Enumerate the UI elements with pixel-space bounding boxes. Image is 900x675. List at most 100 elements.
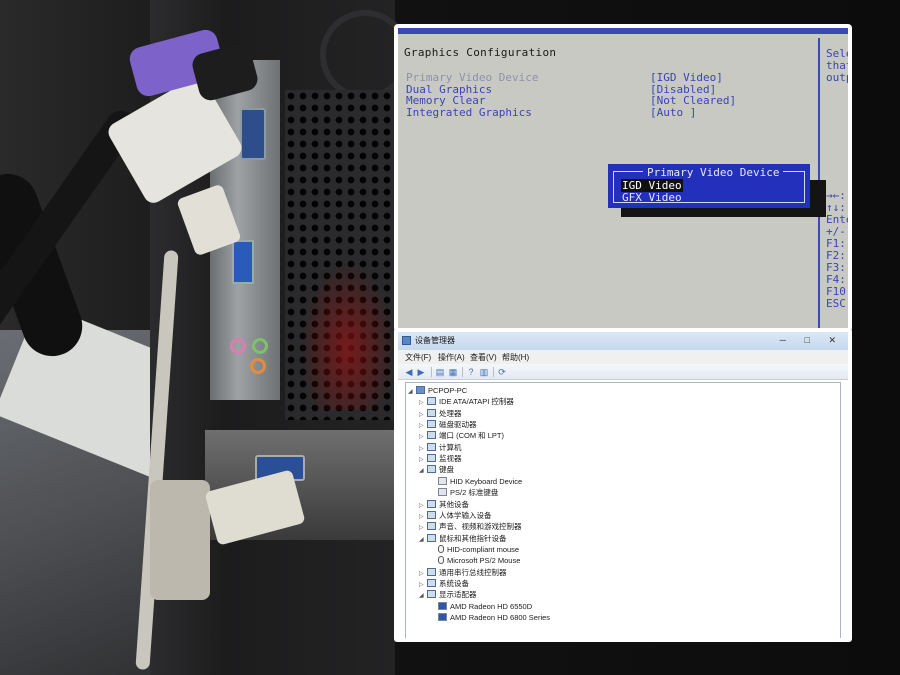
device-tree-label: 显示适配器 — [439, 590, 477, 600]
processor-icon — [427, 408, 436, 417]
scan-hardware-icon[interactable]: ⟳ — [497, 367, 507, 377]
device-tree-label: 端口 (COM 和 LPT) — [439, 431, 504, 441]
mouse-icon — [427, 533, 436, 542]
device-tree-label: HID Keyboard Device — [450, 476, 523, 486]
menu-action[interactable]: 操作(A) — [438, 352, 465, 363]
mouse-device-icon — [438, 544, 444, 553]
device-tree-leaf[interactable]: Microsoft PS/2 Mouse — [430, 555, 520, 566]
device-tree-label: 声音、视频和游戏控制器 — [439, 522, 522, 532]
toolbar: ◀ ▶ ▤ ▦ ? ▥ ⟳ — [398, 364, 848, 380]
device-tree-category[interactable]: ▷ 磁盘驱动器 — [419, 419, 477, 430]
device-tree-category[interactable]: ▷ IDE ATA/ATAPI 控制器 — [419, 396, 514, 407]
bios-top-strip — [398, 28, 848, 34]
title-bar[interactable]: 设备管理器 ─ □ ✕ — [398, 332, 848, 350]
device-tree-label: PCPOP-PC — [428, 386, 468, 395]
device-tree-leaf[interactable]: PS/2 标准键盘 — [430, 487, 498, 498]
hid-icon — [427, 510, 436, 519]
mouse-device-icon — [438, 556, 444, 565]
device-tree-label: HID-compliant mouse — [447, 544, 520, 554]
device-tree-category[interactable]: ▷ 通用串行总线控制器 — [419, 567, 507, 578]
device-tree-category[interactable]: ◢ 键盘 — [419, 464, 454, 475]
device-manager-window: 设备管理器 ─ □ ✕ 文件(F) 操作(A) 查看(V) 帮助(H) ◀ ▶ … — [394, 328, 852, 642]
device-tree-label: 计算机 — [439, 442, 462, 452]
audio-jack-green — [252, 338, 268, 354]
usb-icon — [427, 567, 436, 576]
device-tree-label: 人体学输入设备 — [439, 510, 492, 520]
gpu-device-icon — [438, 601, 447, 610]
bios-help-line: ESC: — [826, 297, 852, 310]
device-tree-leaf[interactable]: HID-compliant mouse — [430, 544, 519, 555]
device-tree-leaf[interactable]: HID Keyboard Device — [430, 476, 522, 487]
disk-drive-icon — [427, 420, 436, 429]
ide-controller-icon — [427, 397, 436, 406]
computer-icon — [427, 442, 436, 451]
bios-help-line: outp — [826, 71, 852, 84]
expanded-arrow-icon[interactable]: ◢ — [419, 535, 427, 546]
ferrite-core — [150, 480, 210, 600]
window-controls[interactable]: ─ □ ✕ — [780, 335, 844, 346]
device-manager-app-icon — [402, 336, 411, 345]
expanded-arrow-icon[interactable]: ◢ — [419, 466, 427, 477]
menu-help[interactable]: 帮助(H) — [502, 352, 529, 363]
device-tree-category[interactable]: ▷ 端口 (COM 和 LPT) — [419, 430, 504, 441]
device-tree-label: 系统设备 — [439, 578, 469, 588]
expanded-arrow-icon[interactable]: ◢ — [408, 387, 416, 398]
device-tree-label: PS/2 标准键盘 — [450, 488, 499, 498]
device-tree-category[interactable]: ▷ 人体学输入设备 — [419, 510, 492, 521]
popup-title: Primary Video Device — [643, 166, 784, 179]
device-tree-label: AMD Radeon HD 6800 Series — [450, 613, 551, 622]
usb3-port — [232, 240, 254, 284]
device-tree-category[interactable]: ▷ 监视器 — [419, 453, 462, 464]
device-tree-category[interactable]: ◢ 显示适配器 — [419, 589, 477, 600]
toolbar-separator — [462, 367, 463, 377]
port-icon — [427, 431, 436, 440]
device-tree-category[interactable]: ▷ 其他设备 — [419, 499, 469, 510]
popup-option-gfx-video[interactable]: GFX Video — [621, 191, 683, 204]
device-tree-label: 键盘 — [439, 465, 454, 475]
toolbar-separator — [431, 367, 432, 377]
menu-bar: 文件(F) 操作(A) 查看(V) 帮助(H) — [398, 350, 848, 364]
device-tree-category[interactable]: ◢ 鼠标和其他指针设备 — [419, 533, 507, 544]
window-title: 设备管理器 — [415, 336, 455, 345]
device-tree-leaf[interactable]: AMD Radeon HD 6800 Series — [430, 612, 550, 623]
device-tree-label: 通用串行总线控制器 — [439, 567, 507, 577]
audio-jack-pink — [230, 338, 246, 354]
device-tree-category[interactable]: ◢ PCPOP-PC — [408, 385, 467, 396]
audio-jack-orange — [250, 358, 266, 374]
device-tree-label: 处理器 — [439, 408, 462, 418]
bios-item-integrated-graphics[interactable]: Integrated Graphics — [406, 106, 532, 119]
device-tree-leaf[interactable]: AMD Radeon HD 6550D — [430, 601, 532, 612]
device-tree-label: 监视器 — [439, 454, 462, 464]
system-devices-icon — [427, 578, 436, 587]
list-icon[interactable]: ▦ — [448, 367, 458, 377]
keyboard-device-icon — [438, 476, 447, 485]
bios-section-title: Graphics Configuration — [404, 46, 557, 59]
device-tree-label: Microsoft PS/2 Mouse — [447, 556, 521, 566]
device-tree-label: 磁盘驱动器 — [439, 420, 477, 430]
properties-icon[interactable]: ▤ — [435, 367, 445, 377]
back-arrow-icon[interactable]: ◀ — [404, 367, 414, 377]
device-tree-label: 其他设备 — [439, 499, 469, 509]
forward-arrow-icon[interactable]: ▶ — [416, 367, 426, 377]
bios-screen: Graphics Configuration Primary Video Dev… — [394, 24, 852, 332]
vent-red-glow — [300, 260, 395, 410]
primary-video-device-popup[interactable]: Primary Video Device IGD Video GFX Video — [608, 164, 810, 208]
bios-value-integrated-graphics[interactable]: [Auto ] — [650, 106, 696, 119]
device-tree-category[interactable]: ▷ 声音、视频和游戏控制器 — [419, 521, 522, 532]
help-icon[interactable]: ? — [466, 367, 476, 377]
grid-icon[interactable]: ▥ — [479, 367, 489, 377]
expanded-arrow-icon[interactable]: ◢ — [419, 591, 427, 602]
device-tree-category[interactable]: ▷ 系统设备 — [419, 578, 469, 589]
other-devices-icon — [427, 499, 436, 508]
menu-file[interactable]: 文件(F) — [405, 352, 431, 363]
keyboard-icon — [427, 465, 436, 474]
keyboard-device-icon — [438, 488, 447, 497]
display-adapter-icon — [427, 590, 436, 599]
device-tree-category[interactable]: ▷ 计算机 — [419, 442, 462, 453]
device-tree-label: IDE ATA/ATAPI 控制器 — [439, 397, 514, 407]
toolbar-separator — [493, 367, 494, 377]
device-tree-label: 鼠标和其他指针设备 — [439, 533, 507, 543]
device-tree-category[interactable]: ▷ 处理器 — [419, 408, 462, 419]
menu-view[interactable]: 查看(V) — [470, 352, 497, 363]
sound-icon — [427, 522, 436, 531]
